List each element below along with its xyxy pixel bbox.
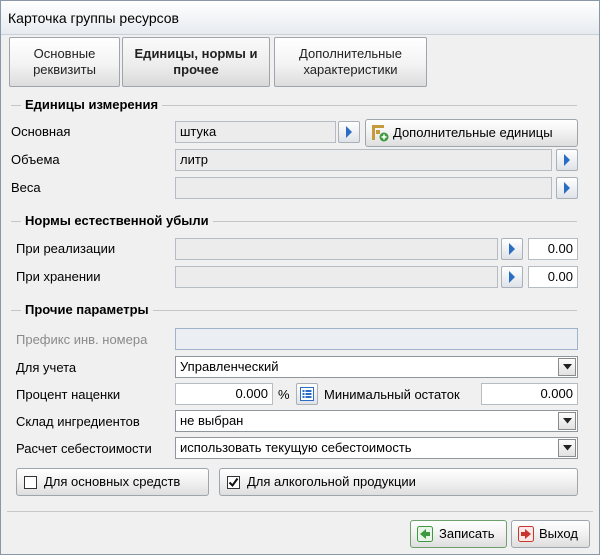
basic-unit-select-button[interactable] [338,121,360,143]
fixed-assets-label: Для основных средств [44,474,181,489]
sale-loss-field[interactable] [175,238,498,260]
norms-section-title: Нормы естественной убыли [21,213,213,229]
calculator-button[interactable] [296,383,318,405]
list-icon [300,387,314,401]
volume-unit-label: Объема [11,152,60,167]
accounting-select[interactable]: Управленческий [175,356,578,378]
markup-label: Процент наценки [16,387,121,402]
arrow-right-icon [509,243,515,255]
accounting-label: Для учета [16,360,77,375]
alcohol-checkbox[interactable] [227,476,240,489]
tab-label-line2: прочее [173,62,219,77]
inv-prefix-field[interactable] [175,328,578,350]
fixed-assets-toggle[interactable]: Для основных средств [16,468,209,496]
window-title: Карточка группы ресурсов [1,1,599,35]
tab-additional-characteristics[interactable]: Дополнительные характеристики [274,37,427,87]
basic-unit-field[interactable]: штука [175,121,336,143]
exit-label: Выход [539,526,578,541]
percent-sign: % [278,387,290,402]
alcohol-label: Для алкогольной продукции [247,474,416,489]
accounting-value: Управленческий [180,359,279,374]
arrow-right-icon [509,271,515,283]
chevron-down-icon [558,412,576,430]
weight-unit-label: Веса [11,180,41,195]
weight-unit-field[interactable] [175,177,552,199]
exit-button[interactable]: Выход [511,520,590,548]
alcohol-toggle[interactable]: Для алкогольной продукции [219,468,578,496]
weight-unit-select-button[interactable] [556,177,578,199]
min-rest-field[interactable]: 0.000 [481,383,578,405]
tab-basic-details[interactable]: Основные реквизиты [9,37,120,87]
resource-group-card-window: Карточка группы ресурсов Основные реквизи… [0,0,600,555]
warehouse-value: не выбран [180,413,244,428]
costing-select[interactable]: использовать текущую себестоимость [175,437,578,459]
tab-label-line1: Основные [33,46,96,61]
sale-loss-label: При реализации [16,241,116,256]
other-section-title: Прочие параметры [21,302,153,318]
fixed-assets-checkbox[interactable] [24,476,37,489]
storage-loss-field[interactable] [175,266,498,288]
tab-units-norms[interactable]: Единицы, нормы и прочее [122,37,270,87]
storage-loss-value[interactable]: 0.00 [528,266,578,288]
costing-label: Расчет себестоимости [16,441,152,456]
basic-unit-label: Основная [11,124,71,139]
volume-unit-field[interactable]: литр [175,149,552,171]
save-label: Записать [439,526,495,541]
arrow-right-icon [564,182,570,194]
units-section-header: Единицы измерения [11,97,577,113]
save-button[interactable]: Записать [410,520,507,548]
checkmark-icon [228,477,239,488]
additional-units-label: Дополнительные единицы [393,125,553,140]
costing-value: использовать текущую себестоимость [180,440,412,455]
add-units-icon [372,125,389,142]
chevron-down-icon [558,358,576,376]
norms-section-header: Нормы естественной убыли [11,213,577,229]
arrow-right-icon [346,126,352,138]
storage-loss-select-button[interactable] [501,266,523,288]
warehouse-label: Склад ингредиентов [16,414,140,429]
chevron-down-icon [558,439,576,457]
additional-units-button[interactable]: Дополнительные единицы [365,119,578,147]
exit-icon [518,526,534,542]
storage-loss-label: При хранении [16,269,101,284]
save-icon [417,526,433,542]
tab-label-line2: характеристики [303,62,398,77]
markup-field[interactable]: 0.000 [175,383,273,405]
footer-divider [7,511,593,512]
units-section-title: Единицы измерения [21,97,163,113]
sale-loss-value[interactable]: 0.00 [528,238,578,260]
sale-loss-select-button[interactable] [501,238,523,260]
tab-label-line1: Единицы, нормы и [134,46,258,61]
volume-unit-select-button[interactable] [556,149,578,171]
tab-label-line2: реквизиты [33,62,96,77]
inv-prefix-label: Префикс инв. номера [16,332,148,347]
min-rest-label: Минимальный остаток [324,387,460,402]
warehouse-select[interactable]: не выбран [175,410,578,432]
other-section-header: Прочие параметры [11,302,577,318]
tab-label-line1: Дополнительные [299,46,402,61]
arrow-right-icon [564,154,570,166]
